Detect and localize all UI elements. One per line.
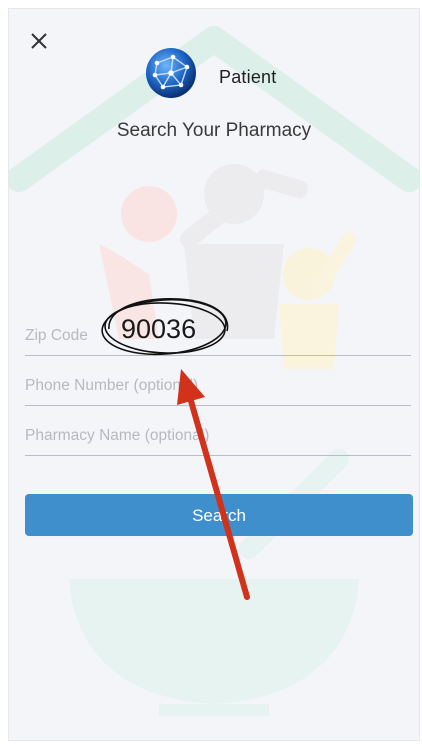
zip-code-label: Zip Code: [25, 327, 88, 344]
phone-number-placeholder: Phone Number (optional): [25, 377, 199, 394]
page-title: Search Your Pharmacy: [116, 120, 312, 141]
app-name: Patient: [219, 67, 277, 87]
search-button[interactable]: Search: [25, 494, 413, 536]
pharmacy-name-field[interactable]: Pharmacy Name (optional): [25, 419, 411, 456]
app-screen: Patient Search Your Pharmacy Zip Code 90…: [8, 8, 420, 741]
zip-code-value[interactable]: 90036: [121, 314, 196, 345]
close-icon[interactable]: [29, 31, 49, 51]
zip-code-field[interactable]: Zip Code 90036: [25, 314, 411, 356]
pharmacy-name-placeholder: Pharmacy Name (optional): [25, 427, 210, 444]
phone-number-field[interactable]: Phone Number (optional): [25, 369, 411, 406]
globe-network-logo-icon: [146, 48, 196, 98]
